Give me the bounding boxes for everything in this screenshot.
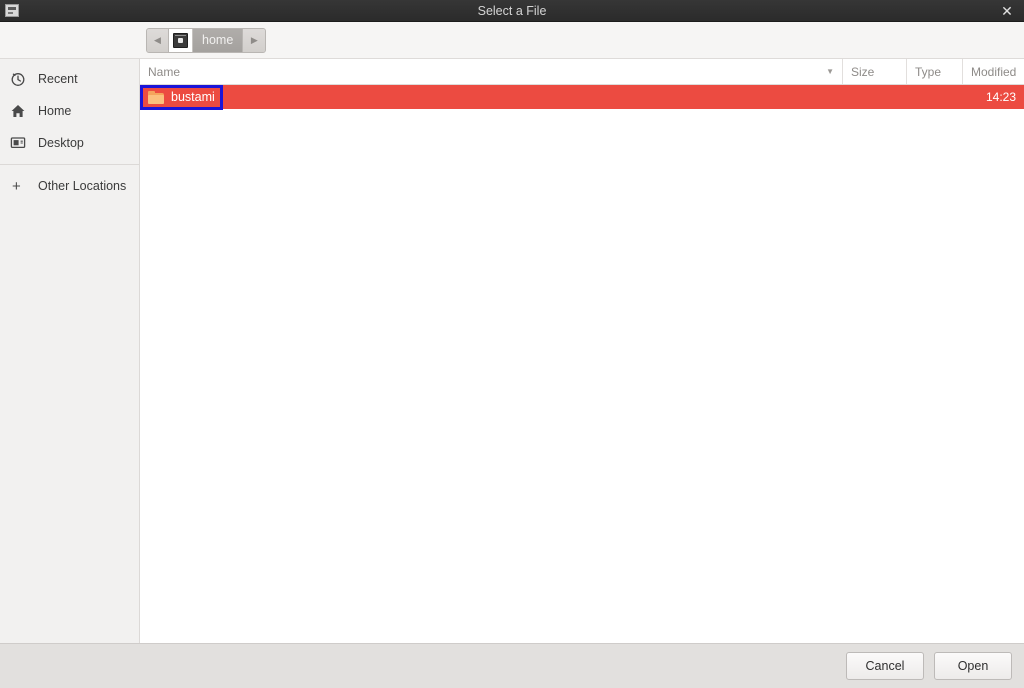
places-sidebar: Recent Home Desktop + Other Locations <box>0 59 140 643</box>
nav-back-button[interactable]: ◀ <box>147 28 169 52</box>
column-header-name[interactable]: Name ▼ <box>140 59 842 84</box>
table-row[interactable]: bustami 14:23 <box>140 85 1024 109</box>
clock-icon <box>10 70 30 88</box>
nav-forward-button[interactable]: ▶ <box>243 28 266 52</box>
column-headers: Name ▼ Size Type Modified <box>140 59 1024 85</box>
breadcrumb: ◀ home ▶ <box>146 27 267 53</box>
folder-icon <box>148 90 164 104</box>
sidebar-item-other-locations[interactable]: + Other Locations <box>0 170 139 202</box>
open-button[interactable]: Open <box>934 652 1012 680</box>
sidebar-item-label: Other Locations <box>38 179 127 193</box>
column-header-type[interactable]: Type <box>906 59 962 84</box>
sidebar-item-label: Desktop <box>38 136 84 150</box>
file-name-cell[interactable]: bustami <box>140 85 842 109</box>
column-header-name-label: Name <box>148 64 181 79</box>
column-header-size[interactable]: Size <box>842 59 906 84</box>
home-icon <box>10 102 30 120</box>
file-size-cell <box>842 85 906 109</box>
titlebar: Select a File ✕ <box>0 0 1024 22</box>
pathbar-row: ◀ home ▶ <box>0 22 1024 59</box>
sidebar-item-desktop[interactable]: Desktop <box>0 127 139 159</box>
sidebar-item-recent[interactable]: Recent <box>0 63 139 95</box>
pathbar-left-spacer <box>0 22 140 58</box>
file-list: Name ▼ Size Type Modified bustami 14:23 <box>140 59 1024 643</box>
desktop-icon <box>10 134 30 152</box>
file-modified-cell: 14:23 <box>985 90 1016 104</box>
filesystem-drive-icon[interactable] <box>169 28 193 52</box>
column-header-modified-label: Modified <box>971 64 1017 79</box>
column-header-modified[interactable]: Modified <box>962 59 1024 84</box>
sidebar-item-label: Recent <box>38 72 78 86</box>
file-name-label: bustami <box>171 90 215 104</box>
file-chooser-dialog: Select a File ✕ ◀ home ▶ Recent Home Des… <box>0 0 1024 688</box>
file-rows: bustami 14:23 <box>140 85 1024 643</box>
column-header-type-label: Type <box>915 64 942 79</box>
sidebar-item-label: Home <box>38 104 72 118</box>
sidebar-item-home[interactable]: Home <box>0 95 139 127</box>
dialog-body: Recent Home Desktop + Other Locations Na… <box>0 59 1024 643</box>
close-icon[interactable]: ✕ <box>990 0 1024 22</box>
action-bar: Cancel Open <box>0 643 1024 688</box>
plus-icon: + <box>12 177 21 195</box>
sort-descending-icon[interactable]: ▼ <box>826 67 834 76</box>
file-type-cell <box>906 85 962 109</box>
sidebar-separator <box>0 164 139 165</box>
window-title: Select a File <box>477 4 547 18</box>
cancel-button[interactable]: Cancel <box>846 652 924 680</box>
breadcrumb-item-home[interactable]: home <box>193 28 244 52</box>
column-header-size-label: Size <box>851 64 875 79</box>
